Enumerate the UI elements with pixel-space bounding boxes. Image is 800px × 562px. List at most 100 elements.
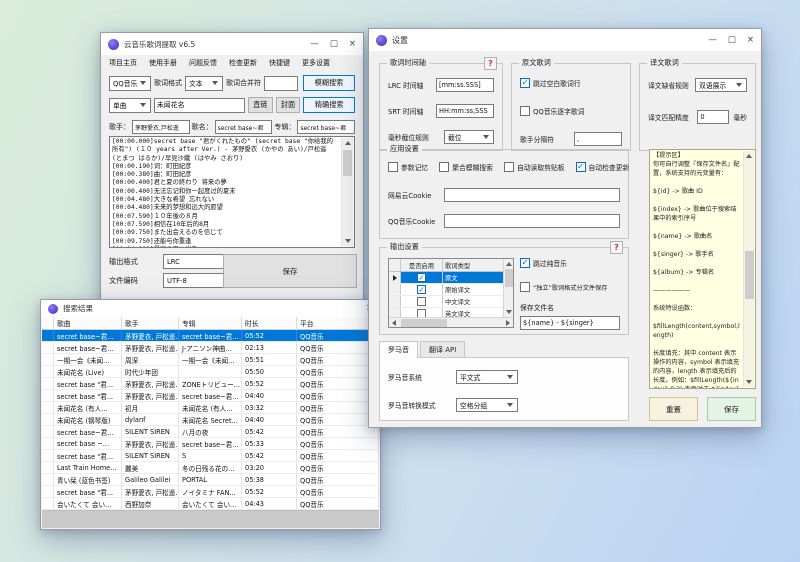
- singer-separator-input[interactable]: ,: [574, 132, 622, 146]
- search-keyword-input[interactable]: 未闻花名: [154, 98, 245, 113]
- row-selector[interactable]: [42, 354, 54, 365]
- scroll-down-icon[interactable]: [343, 236, 353, 246]
- help-icon[interactable]: ?: [610, 241, 623, 254]
- lyric-type-row[interactable]: 原始译文: [389, 284, 513, 296]
- table-row[interactable]: 青い栞 (蓝色书签) Galileo Galilei PORTAL 05:38 …: [42, 474, 379, 486]
- minimize-icon[interactable]: —: [310, 40, 319, 49]
- table-row[interactable]: Last Train Home... 麗美 冬の日残る花の... 03:20 Q…: [42, 462, 379, 474]
- romaji-mode-select[interactable]: 空格分组: [456, 398, 518, 412]
- romaji-system-select[interactable]: 平文式: [456, 370, 518, 384]
- ms-truncate-rule-select[interactable]: 截位: [444, 130, 494, 144]
- table-row[interactable]: secret base "君... 茅野愛衣, 戸松遥... ZONEトリビュー…: [42, 378, 379, 390]
- merge-symbol-input[interactable]: [264, 76, 298, 91]
- menu-item[interactable]: 使用手册: [143, 56, 183, 70]
- menu-item[interactable]: 更多设置: [296, 56, 336, 70]
- lrc-timeline-input[interactable]: [mm:ss.SSS]: [436, 78, 494, 92]
- scroll-thumb[interactable]: [401, 319, 447, 327]
- column-header-artist[interactable]: 歌手: [122, 317, 179, 329]
- qq-verbatim-checkbox[interactable]: QQ音乐逐字歌词: [520, 106, 584, 116]
- close-icon[interactable]: ×: [747, 36, 754, 45]
- checkbox-box[interactable]: [439, 162, 449, 172]
- tip-scrollbar[interactable]: [743, 151, 754, 387]
- column-header-duration[interactable]: 时长: [242, 317, 297, 329]
- menu-item[interactable]: 问题反馈: [183, 56, 223, 70]
- checkbox-box[interactable]: [417, 273, 426, 282]
- results-titlebar[interactable]: 搜索结果 ×: [41, 300, 380, 317]
- song-type-select[interactable]: 单曲: [109, 98, 151, 113]
- scroll-thumb[interactable]: [343, 150, 352, 176]
- column-header-platform[interactable]: 平台: [297, 317, 379, 329]
- table-row[interactable]: secret base~君... 茅野愛衣, 戸松遥... J-アニソン神曲..…: [42, 342, 379, 354]
- skip-pure-music-checkbox[interactable]: 跳过纯音乐: [520, 258, 567, 268]
- row-selector[interactable]: [42, 402, 54, 413]
- table-row[interactable]: secret base~君... SILENT SIREN 八月の夜 05:42…: [42, 426, 379, 438]
- column-header-song[interactable]: 歌曲: [54, 317, 122, 329]
- maximize-icon[interactable]: □: [330, 40, 338, 49]
- scroll-thumb[interactable]: [505, 269, 513, 287]
- checkbox-box[interactable]: [520, 282, 530, 292]
- checkbox-box[interactable]: [520, 106, 530, 116]
- app-setting-checkbox[interactable]: 聚合模糊搜索: [439, 162, 493, 172]
- enabled-cell[interactable]: [401, 284, 443, 295]
- qq-cookie-input[interactable]: [444, 214, 620, 228]
- scroll-down-icon[interactable]: [744, 377, 754, 387]
- fuzzy-search-button[interactable]: 模糊搜索: [303, 75, 355, 91]
- lyric-type-row[interactable]: 中文译文: [389, 296, 513, 308]
- row-selector[interactable]: [42, 378, 54, 389]
- row-selector[interactable]: [42, 330, 54, 341]
- app-setting-checkbox[interactable]: 自动读取剪贴板: [504, 162, 565, 172]
- exact-search-button[interactable]: 精确搜索: [303, 97, 355, 113]
- table-row[interactable]: 未闻花名 (有人... 初月 未闻花名 (有人... 03:32 QQ音乐: [42, 402, 379, 414]
- platform-select[interactable]: QQ音乐: [109, 76, 151, 91]
- checkbox-box[interactable]: [520, 78, 530, 88]
- scroll-up-icon[interactable]: [504, 259, 514, 269]
- tab-romaji[interactable]: 罗马音: [379, 341, 418, 358]
- app-setting-checkbox[interactable]: 自动检查更新: [576, 162, 630, 172]
- row-selector[interactable]: [42, 390, 54, 401]
- table-row[interactable]: secret base "君... 茅野愛衣, 戸松遥... secret ba…: [42, 390, 379, 402]
- checkbox-box[interactable]: [417, 297, 426, 306]
- scroll-down-icon[interactable]: [504, 307, 514, 317]
- split-files-checkbox[interactable]: “独立”歌词格式分文件保存: [520, 282, 607, 292]
- row-selector[interactable]: [42, 414, 54, 425]
- column-header-album[interactable]: 专辑: [179, 317, 242, 329]
- table-horizontal-scrollbar[interactable]: [389, 317, 513, 327]
- table-row[interactable]: secret base "君... SILENT SIREN S 05:42 Q…: [42, 450, 379, 462]
- lyric-type-row[interactable]: 原文: [389, 272, 513, 284]
- row-selector[interactable]: [42, 342, 54, 353]
- lyrics-scrollbar[interactable]: [341, 138, 353, 246]
- enabled-cell[interactable]: [401, 296, 443, 307]
- cover-button[interactable]: 封面: [276, 97, 301, 113]
- save-settings-button[interactable]: 保存: [707, 397, 756, 421]
- scroll-up-icon[interactable]: [744, 151, 754, 161]
- scroll-right-icon[interactable]: [503, 318, 513, 328]
- tab-translate-api[interactable]: 翻译 API: [420, 341, 465, 357]
- netease-cookie-input[interactable]: [444, 188, 620, 202]
- menu-item[interactable]: 项目主页: [103, 56, 143, 70]
- help-icon[interactable]: ?: [484, 57, 497, 70]
- skip-blank-checkbox[interactable]: 跳过空白歌词行: [520, 78, 581, 88]
- row-selector[interactable]: [42, 498, 54, 509]
- row-selector[interactable]: [42, 450, 54, 461]
- filename-input[interactable]: ${name} - ${singer}: [520, 316, 620, 330]
- row-selector[interactable]: [42, 486, 54, 497]
- row-selector[interactable]: [42, 426, 54, 437]
- format-select[interactable]: 文本: [185, 76, 223, 91]
- translation-precision-input[interactable]: 0: [697, 110, 729, 124]
- scroll-up-icon[interactable]: [343, 138, 353, 148]
- checkbox-box[interactable]: [388, 162, 398, 172]
- close-icon[interactable]: ×: [349, 40, 356, 49]
- direct-link-button[interactable]: 直链: [248, 97, 273, 113]
- lyrics-textarea[interactable]: [00:00.000]secret base "君がくれたもの" (secret…: [109, 136, 355, 248]
- checkbox-box[interactable]: [520, 258, 530, 268]
- table-row[interactable]: 一期一会《未闻... 周深 一期一会《未闻... 05:51 QQ音乐: [42, 354, 379, 366]
- row-selector[interactable]: [389, 284, 401, 295]
- maximize-icon[interactable]: □: [728, 36, 736, 45]
- enabled-cell[interactable]: [401, 272, 443, 283]
- srt-timeline-input[interactable]: HH:mm:ss,SSS: [436, 104, 494, 118]
- checkbox-box[interactable]: [576, 162, 586, 172]
- table-row[interactable]: secret base "君... 茅野愛衣, 戸松遥... ノイタミナ FAN…: [42, 486, 379, 498]
- table-row[interactable]: 未闻花名 (钢琴版) dylanf 未闻花名 Secret... 04:40 Q…: [42, 414, 379, 426]
- table-row[interactable]: 未闻花名 (Live) 时代少年团 05:50 QQ音乐: [42, 366, 379, 378]
- reset-button[interactable]: 重置: [649, 397, 698, 421]
